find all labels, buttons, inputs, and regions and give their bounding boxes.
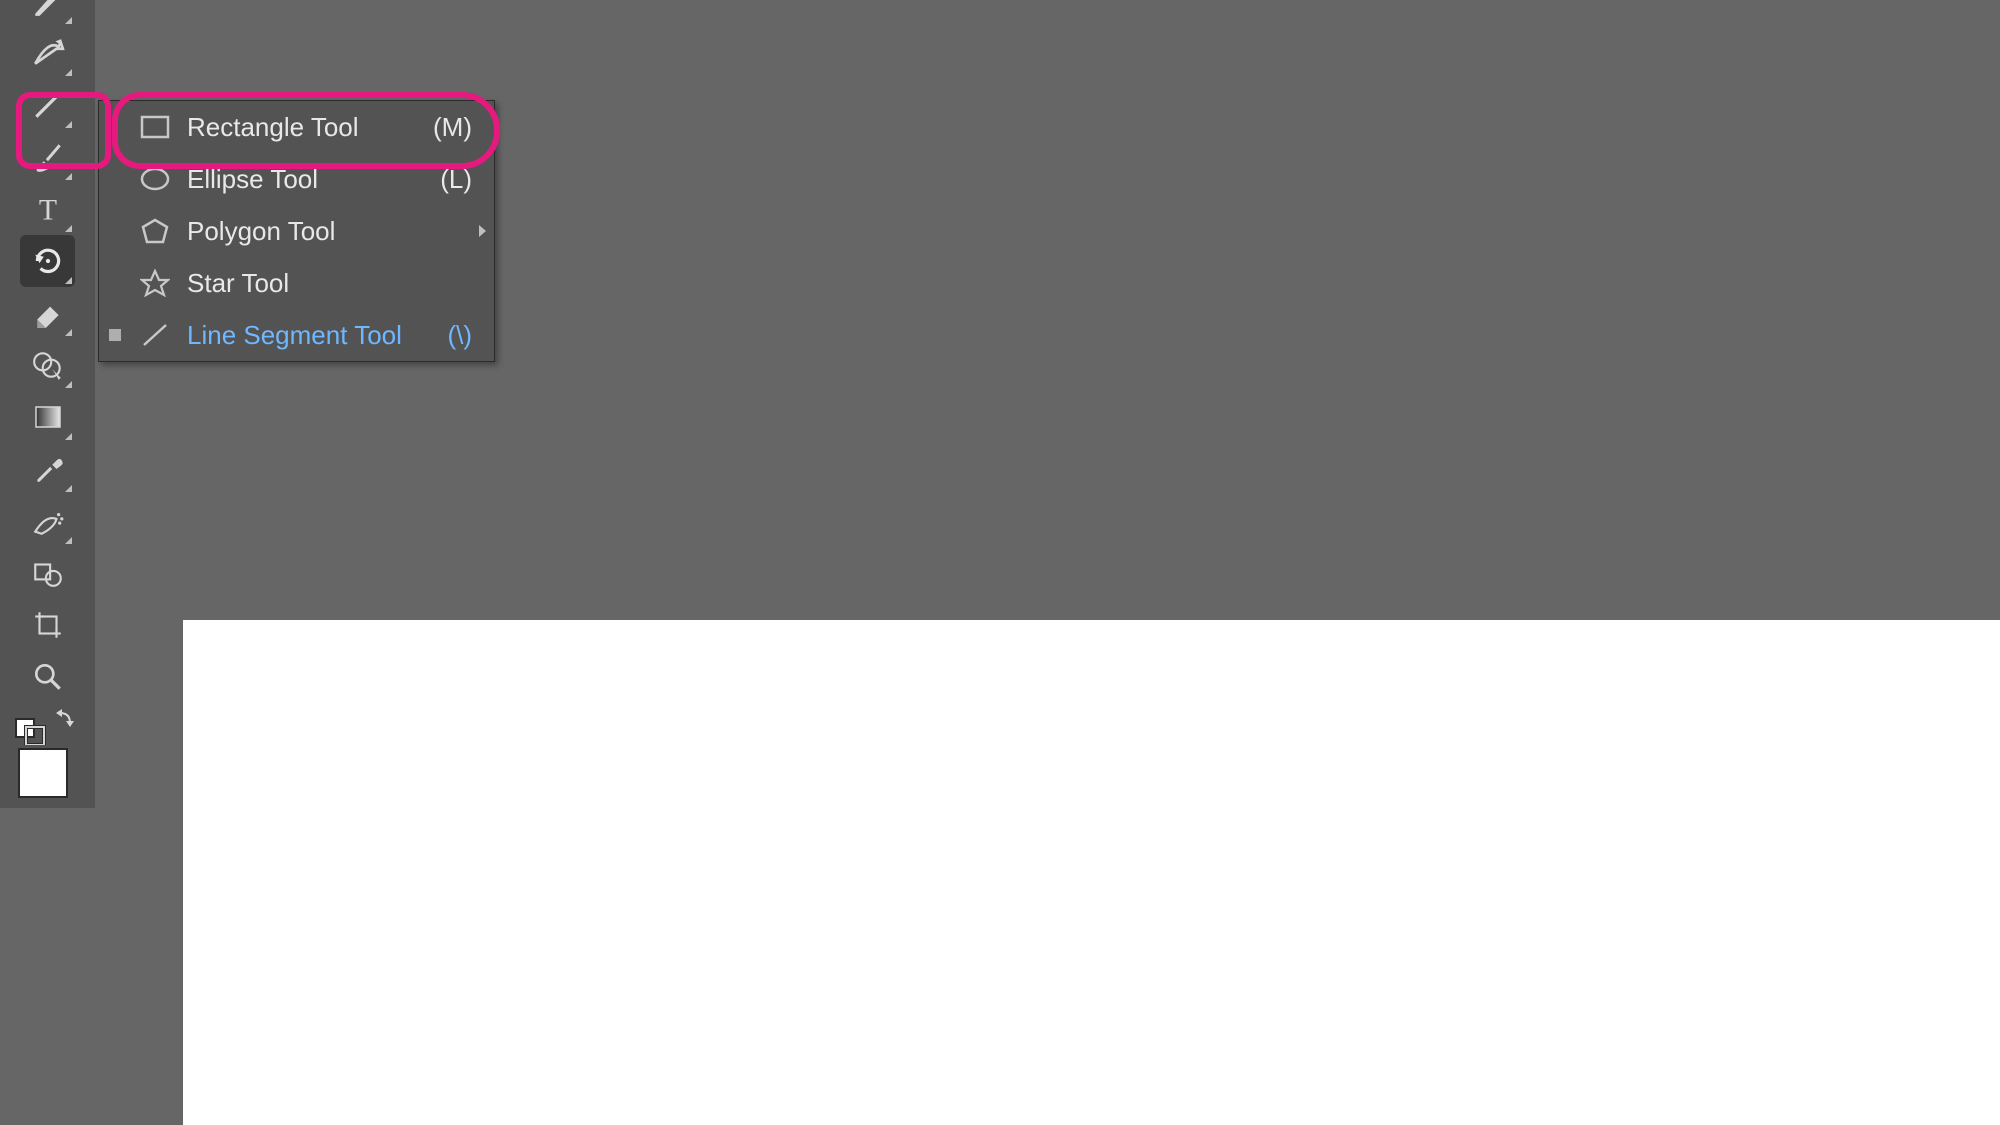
flyout-indicator-icon [65,433,72,440]
blend-tool[interactable] [20,547,75,599]
flyout-indicator-icon [65,17,72,24]
shape-tool-flyout: Rectangle Tool (M) Ellipse Tool (L) Poly… [98,100,495,362]
flyout-indicator-icon [65,69,72,76]
flyout-indicator-icon [65,173,72,180]
flyout-indicator-icon [65,225,72,232]
flyout-item-line-segment[interactable]: Line Segment Tool (\) [99,309,494,361]
rotate-tool[interactable] [20,235,75,287]
submenu-indicator-icon [479,225,486,237]
svg-text:T: T [38,194,56,226]
line-segment-tool[interactable] [20,79,75,131]
flyout-indicator-icon [65,381,72,388]
flyout-item-shortcut: (M) [412,112,494,143]
gradient-tool[interactable] [20,391,75,443]
canvas-artboard[interactable] [183,620,2000,1125]
flyout-item-label: Ellipse Tool [187,164,412,195]
active-marker-icon [109,329,121,341]
flyout-item-label: Rectangle Tool [187,112,412,143]
artboard-tool[interactable] [20,599,75,651]
zoom-tool[interactable] [20,651,75,703]
flyout-item-label: Polygon Tool [187,216,412,247]
flyout-item-label: Star Tool [187,268,412,299]
flyout-item-shortcut: (\) [412,320,494,351]
eyedropper-tool[interactable] [20,443,75,495]
symbol-sprayer-tool[interactable] [20,495,75,547]
shape-builder-tool[interactable] [20,339,75,391]
ellipse-icon [137,167,173,191]
flyout-indicator-icon [65,329,72,336]
curvature-tool[interactable] [20,27,75,79]
flyout-indicator-icon [65,121,72,128]
fill-swatch[interactable] [18,748,68,798]
flyout-item-polygon[interactable]: Polygon Tool [99,205,494,257]
paintbrush-tool[interactable] [20,131,75,183]
flyout-item-star[interactable]: Star Tool [99,257,494,309]
flyout-item-shortcut: (L) [412,164,494,195]
type-tool[interactable]: T [20,183,75,235]
flyout-indicator-icon [65,277,72,284]
polygon-icon [137,218,173,244]
flyout-indicator-icon [65,485,72,492]
star-icon [137,269,173,297]
flyout-item-label: Line Segment Tool [187,320,412,351]
pen-tool[interactable] [20,0,75,27]
toolbar: T [0,0,95,808]
line-icon [137,321,173,349]
fill-stroke-swatches[interactable] [0,748,95,808]
flyout-item-rectangle[interactable]: Rectangle Tool (M) [99,101,494,153]
flyout-item-ellipse[interactable]: Ellipse Tool (L) [99,153,494,205]
flyout-indicator-icon [65,537,72,544]
rectangle-icon [137,115,173,139]
eraser-tool[interactable] [20,287,75,339]
fill-stroke-swap[interactable] [0,703,95,748]
